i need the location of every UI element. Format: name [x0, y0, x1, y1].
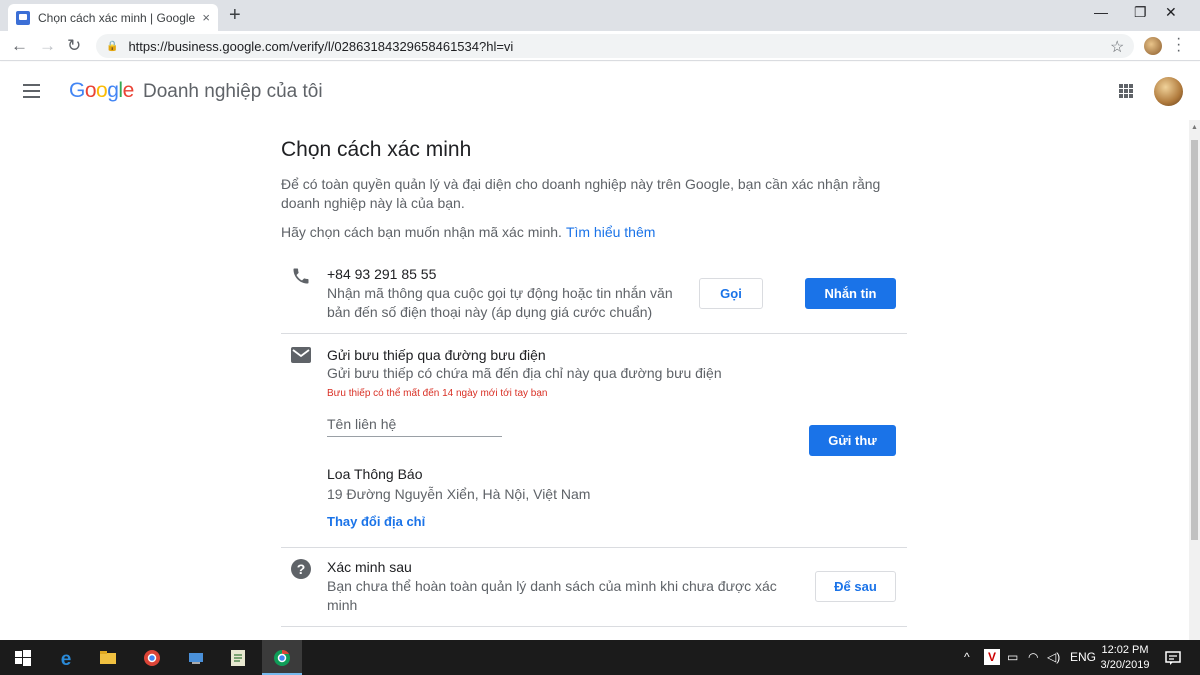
new-tab-button[interactable]: +	[229, 5, 241, 25]
verify-later-title: Xác minh sau	[327, 559, 412, 575]
file-explorer-icon[interactable]	[98, 648, 118, 668]
contact-name-field[interactable]: Tên liên hệ	[327, 416, 502, 437]
sms-button[interactable]: Nhắn tin	[805, 278, 896, 309]
later-button[interactable]: Để sau	[815, 571, 896, 602]
bookmark-star-icon[interactable]: ☆	[1110, 37, 1124, 57]
apps-grid-icon[interactable]	[1119, 84, 1133, 98]
volume-icon[interactable]: ◁)	[1047, 650, 1060, 664]
google-logo: Google	[69, 79, 134, 102]
close-window-button[interactable]: ✕	[1165, 4, 1177, 21]
windows-taskbar: e ^ V ▭ ◠ ◁) ENG 12:02 PM 3/20/2019	[0, 640, 1200, 675]
clock-time: 12:02 PM	[1101, 644, 1149, 656]
scrollbar-thumb[interactable]	[1191, 140, 1198, 540]
browser-tab-strip: Chọn cách xác minh | Google Do × + — ❐ ✕	[0, 0, 1200, 31]
profile-avatar-small[interactable]	[1144, 37, 1162, 55]
tray-expand-icon[interactable]: ^	[964, 650, 970, 664]
hamburger-menu-icon[interactable]	[23, 84, 40, 102]
send-mail-button[interactable]: Gửi thư	[809, 425, 896, 456]
menu-kebab-icon[interactable]: · · ·	[1176, 31, 1181, 59]
lock-icon: 🔒	[106, 40, 119, 52]
phone-option-description: Nhận mã thông qua cuộc gọi tự động hoặc …	[327, 285, 673, 320]
clock-date: 3/20/2019	[1100, 659, 1150, 671]
maximize-button[interactable]: ❐	[1134, 4, 1147, 21]
choose-instruction: Hãy chọn cách bạn muốn nhận mã xác minh.…	[281, 224, 656, 240]
learn-more-link[interactable]: Tìm hiểu thêm	[566, 224, 655, 240]
chrome-profile-icon[interactable]	[142, 648, 162, 668]
internet-explorer-icon[interactable]: e	[56, 648, 76, 668]
postcard-option-description: Gửi bưu thiếp có chứa mã đến địa chỉ này…	[327, 365, 722, 381]
battery-icon[interactable]: ▭	[1007, 650, 1018, 664]
forward-arrow-icon[interactable]: →	[39, 36, 56, 56]
svg-text:e: e	[61, 649, 72, 668]
account-avatar[interactable]	[1154, 77, 1183, 106]
wifi-icon[interactable]: ◠	[1028, 650, 1038, 664]
browser-toolbar: ← → ↻ 🔒 https://business.google.com/veri…	[0, 31, 1200, 61]
divider	[281, 547, 907, 548]
change-address-link[interactable]: Thay đổi địa chỉ	[327, 514, 425, 529]
notifications-icon[interactable]	[1163, 648, 1183, 668]
app-taskbar-icon[interactable]	[186, 648, 206, 668]
app-title: Doanh nghiệp của tôi	[143, 81, 323, 102]
url-text: https://business.google.com/verify/l/028…	[128, 38, 514, 54]
browser-tab[interactable]: Chọn cách xác minh | Google Do ×	[8, 4, 218, 31]
postcard-delivery-warning: Bưu thiếp có thể mất đến 14 ngày mới tới…	[327, 388, 548, 399]
reload-icon[interactable]: ↻	[67, 36, 81, 56]
windows-start-icon[interactable]	[13, 648, 33, 668]
tab-title: Chọn cách xác minh | Google Do	[38, 10, 198, 25]
system-clock[interactable]: 12:02 PM 3/20/2019	[1096, 643, 1154, 673]
phone-icon	[293, 268, 309, 284]
divider	[281, 333, 907, 334]
input-language[interactable]: ENG	[1070, 650, 1096, 664]
divider	[281, 626, 907, 627]
main-content: Chọn cách xác minh Để có toàn quyền quản…	[0, 120, 1189, 640]
call-button[interactable]: Gọi	[699, 278, 763, 309]
scroll-up-arrow-icon[interactable]: ▲	[1191, 124, 1198, 131]
page-scrollbar[interactable]: ▲	[1189, 120, 1200, 640]
verify-later-description: Bạn chưa thể hoàn toàn quản lý danh sách…	[327, 578, 777, 613]
tab-close-icon[interactable]: ×	[202, 10, 210, 25]
postcard-option-title: Gửi bưu thiếp qua đường bưu điện	[327, 347, 546, 363]
page-title: Chọn cách xác minh	[281, 138, 472, 161]
app-header: Google Doanh nghiệp của tôi	[0, 62, 1200, 120]
business-name: Loa Thông Báo	[327, 466, 423, 482]
mail-icon	[291, 347, 311, 363]
help-question-icon: ?	[291, 559, 311, 579]
page-description: Để có toàn quyền quản lý và đại diện cho…	[281, 176, 881, 211]
minimize-button[interactable]: —	[1094, 4, 1108, 20]
phone-number: +84 93 291 85 55	[327, 266, 437, 282]
vivaldi-tray-icon[interactable]: V	[984, 649, 1000, 665]
business-address: 19 Đường Nguyễn Xiển, Hà Nội, Việt Nam	[327, 486, 591, 502]
notepad-app-icon[interactable]	[228, 648, 248, 668]
svg-text:?: ?	[297, 561, 306, 577]
address-bar[interactable]: 🔒 https://business.google.com/verify/l/0…	[96, 34, 1134, 58]
google-my-business-favicon-icon	[16, 10, 30, 25]
active-chrome-taskbar-item[interactable]	[262, 640, 302, 675]
chrome-icon	[274, 649, 290, 666]
back-arrow-icon[interactable]: ←	[11, 36, 28, 56]
